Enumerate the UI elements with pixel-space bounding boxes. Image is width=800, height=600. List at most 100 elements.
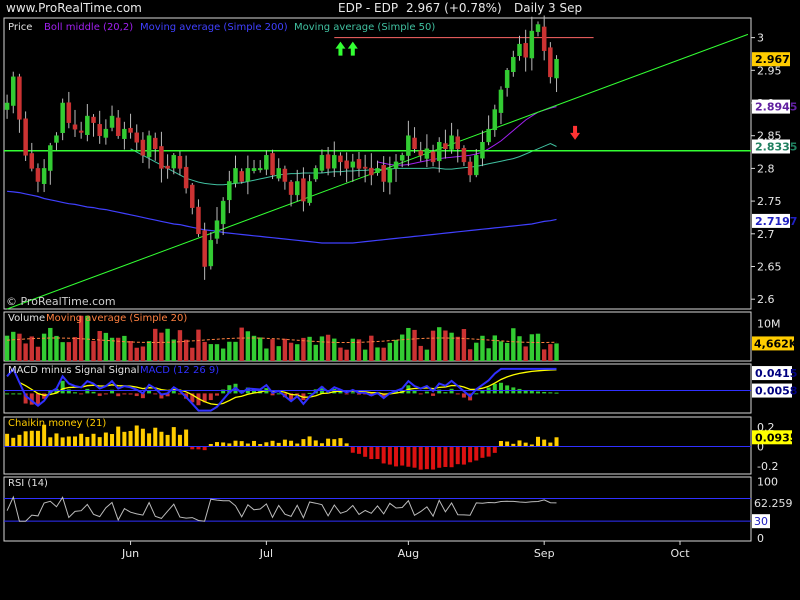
chaikin-bar	[23, 431, 28, 447]
macd-histogram-bar	[418, 393, 423, 395]
volume-bar	[35, 346, 41, 361]
sell-arrow-icon	[570, 125, 581, 140]
chaikin-bar	[270, 440, 275, 447]
volume-bar	[245, 331, 251, 361]
macd-histogram-bar	[91, 391, 96, 394]
candle-body	[356, 159, 362, 169]
chaikin-bar	[103, 432, 108, 447]
candle-body	[480, 141, 485, 159]
volume-bar	[535, 333, 541, 361]
chaikin-bar	[289, 440, 294, 447]
chaikin-bar	[177, 434, 182, 447]
chaikin-bar	[381, 446, 386, 464]
rsi-axis-label: 0	[757, 532, 764, 545]
chaikin-bar	[536, 436, 541, 447]
price-value-tag-text: 2.967	[755, 53, 790, 66]
volume-bar	[517, 336, 522, 361]
chaikin-bar	[424, 446, 429, 470]
chaikin-bar	[91, 433, 96, 447]
candle-body	[245, 168, 251, 182]
volume-bar	[301, 337, 306, 361]
macd-histogram-bar	[122, 393, 127, 395]
chart-date: 3 Sep	[548, 1, 583, 15]
volume-bar	[171, 339, 176, 361]
ma200-line	[7, 190, 557, 244]
volume-bar	[4, 335, 10, 361]
price-axis-label: 2.95	[757, 64, 782, 77]
volume-bar	[233, 341, 238, 361]
macd-histogram-bar	[11, 393, 16, 395]
candle-body	[282, 168, 288, 182]
chaikin-bar	[443, 446, 448, 467]
macd-value-tag-text: 0.0415	[755, 367, 797, 380]
chaikin-bar	[147, 433, 152, 447]
volume-bar	[449, 332, 454, 361]
month-label: Jun	[121, 547, 139, 560]
volume-bar	[48, 327, 53, 361]
price-value-tag-text: 2.8945	[755, 101, 797, 114]
volume-bar	[128, 341, 133, 361]
candle-body	[4, 102, 10, 110]
candle-body	[350, 161, 356, 168]
stock-chart[interactable]: 2.62.652.72.752.82.852.92.953JunJulAugSe…	[0, 0, 800, 600]
candle-body	[196, 206, 201, 235]
chaikin-bar	[116, 426, 121, 447]
volume-bar	[227, 341, 232, 361]
candle-body	[498, 89, 504, 113]
macd-histogram-bar	[97, 393, 102, 396]
volume-bar	[498, 341, 504, 361]
volume-bar	[443, 330, 448, 361]
volume-bar	[183, 339, 189, 361]
chaikin-bar	[153, 427, 158, 447]
macd-histogram-bar	[116, 393, 121, 397]
candle-body	[66, 102, 72, 123]
macd-histogram-bar	[276, 393, 281, 395]
volume-bar	[313, 344, 318, 361]
chaikin-bar	[412, 446, 417, 468]
buy-arrow-icon	[347, 41, 358, 56]
volume-bar	[504, 342, 510, 361]
macd-histogram-bar	[517, 388, 522, 394]
chaikin-bar	[264, 442, 269, 447]
rsi-panel-frame	[3, 476, 752, 542]
macd-histogram-bar	[72, 392, 77, 394]
macd-histogram-bar	[103, 393, 108, 395]
site-url[interactable]: www.ProRealTime.com	[6, 1, 142, 15]
candle-body	[165, 165, 170, 169]
macd-histogram-bar	[5, 393, 10, 395]
candle-body	[29, 153, 35, 169]
candle-body	[375, 168, 380, 174]
chaikin-bar	[35, 430, 40, 447]
candle-body	[233, 168, 238, 184]
candle-body	[436, 141, 442, 162]
volume-bar	[165, 328, 170, 361]
chaikin-bar	[214, 442, 219, 447]
price-axis-label: 2.6	[757, 293, 775, 306]
macd-histogram-bar	[350, 392, 355, 394]
macd-histogram-bar	[338, 391, 343, 394]
candle-body	[369, 167, 374, 176]
candle-body	[393, 161, 399, 169]
candle-body	[91, 116, 96, 123]
macd-histogram-bar	[548, 392, 553, 394]
candle-body	[109, 115, 115, 128]
chaikin-bar	[29, 430, 34, 447]
chaikin-bar	[72, 436, 77, 447]
candle-body	[529, 30, 535, 59]
macd-histogram-bar	[208, 393, 213, 401]
candle-body	[190, 184, 195, 208]
candle-body	[23, 118, 28, 156]
volume-bar	[325, 334, 331, 361]
chaikin-bar	[128, 431, 133, 447]
chaikin-bar	[356, 446, 361, 454]
candle-body	[412, 137, 417, 150]
chaikin-bar	[282, 439, 287, 447]
ma50-line	[130, 143, 557, 186]
candle-body	[17, 76, 22, 120]
chart-period: Daily	[514, 1, 545, 15]
chaikin-axis-label: -0.2	[757, 460, 778, 473]
macd-histogram-bar	[424, 391, 429, 394]
candle-body	[171, 155, 177, 169]
volume-legend-item: Volume	[8, 313, 45, 324]
candle-body	[227, 181, 232, 201]
